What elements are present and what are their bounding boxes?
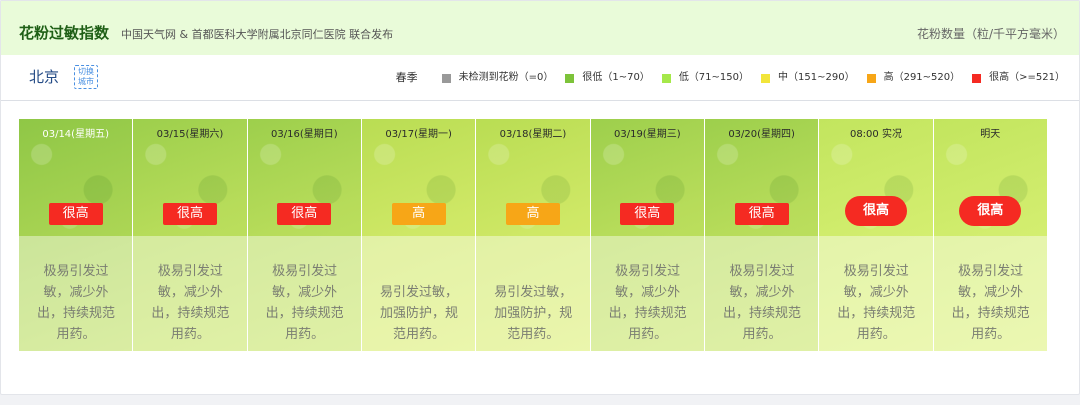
advice-text: 极易引发过敏，减少外出，持续规范用药。 xyxy=(608,264,687,342)
advice-text: 极易引发过敏，减少外出，持续规范用药。 xyxy=(951,264,1030,342)
day-date: 明天 xyxy=(980,129,1001,140)
legend-item-medium: 中（151~290） xyxy=(761,71,855,85)
day-card[interactable]: 03/16(星期日) 很高极易引发过敏，减少外出，持续规范用药。 xyxy=(247,119,361,351)
day-card-tomorrow[interactable]: 明天很高极易引发过敏，减少外出，持续规范用药。 xyxy=(933,119,1047,351)
day-date: 03/15(星期六) xyxy=(156,129,224,140)
legend-swatch xyxy=(441,73,451,83)
legend-item-low: 低（71~150） xyxy=(661,71,750,85)
day-card[interactable]: 03/17(星期一) 高易引发过敏，加强防护，规范用药。 xyxy=(361,119,476,351)
legend-swatch xyxy=(866,73,876,83)
legend-label: 高（291~520） xyxy=(883,72,961,83)
level-badge: 高 xyxy=(391,203,446,225)
advice-text: 易引发过敏，加强防护，规范用药。 xyxy=(494,285,573,342)
day-date: 03/20(星期四) xyxy=(728,129,795,140)
legend-item-high: 高（291~520） xyxy=(866,71,961,85)
advice-text: 极易引发过敏，减少外出，持续规范用药。 xyxy=(265,264,344,342)
publisher-subtitle: 中国天气网 & 首都医科大学附属北京同仁医院 联合发布 xyxy=(121,28,394,41)
day-date: 03/14(星期五) xyxy=(42,129,109,140)
day-card[interactable]: 03/19(星期三) 很高极易引发过敏，减少外出，持续规范用药。 xyxy=(590,119,704,351)
legend-label: 低（71~150） xyxy=(678,72,750,83)
level-badge: 很高 xyxy=(48,203,103,225)
city-bar: 北京 切换 城市 春季 未检测到花粉（=0） 很低（1~70） 低（71~150… xyxy=(1,55,1079,101)
level-badge: 很高 xyxy=(734,203,789,225)
legend-swatch xyxy=(761,73,771,83)
header-bar: 花粉过敏指数 中国天气网 & 首都医科大学附属北京同仁医院 联合发布 花粉数量（… xyxy=(1,1,1079,55)
switch-city-label-2: 城市 xyxy=(78,77,94,86)
level-badge: 很高 xyxy=(844,196,907,226)
level-badge: 很高 xyxy=(162,203,217,225)
day-date: 03/18(星期二) xyxy=(499,129,567,140)
legend-label: 很低（1~70） xyxy=(582,72,650,83)
season-label: 春季 xyxy=(395,71,418,84)
day-card[interactable]: 03/15(星期六) 很高极易引发过敏，减少外出，持续规范用药。 xyxy=(133,119,247,351)
legend-swatch xyxy=(565,73,575,83)
legend-swatch xyxy=(661,73,671,83)
day-date: 08:00 实况 xyxy=(849,129,902,140)
day-card[interactable]: 03/18(星期二) 高易引发过敏，加强防护，规范用药。 xyxy=(476,119,590,351)
level-badge: 高 xyxy=(505,203,560,225)
level-badge: 很高 xyxy=(959,196,1022,226)
legend-item-none: 未检测到花粉（=0） xyxy=(441,71,554,85)
legend-item-very-high: 很高（>=521） xyxy=(972,71,1065,85)
level-badge: 很高 xyxy=(620,203,675,225)
legend-label: 中（151~290） xyxy=(778,72,855,83)
switch-city-label-1: 切换 xyxy=(78,67,94,76)
level-badge: 很高 xyxy=(277,203,332,225)
switch-city-button[interactable]: 切换 城市 xyxy=(74,65,98,89)
pollen-legend: 春季 未检测到花粉（=0） 很低（1~70） 低（71~150） 中（151~2… xyxy=(396,71,1065,85)
day-date: 03/17(星期一) xyxy=(385,129,452,140)
legend-label: 很高（>=521） xyxy=(989,72,1065,83)
advice-text: 易引发过敏，加强防护，规范用药。 xyxy=(379,285,458,342)
advice-text: 极易引发过敏，减少外出，持续规范用药。 xyxy=(36,264,115,342)
day-card-live[interactable]: 08:00 实况很高极易引发过敏，减少外出，持续规范用药。 xyxy=(819,119,933,351)
city-name: 北京 xyxy=(29,68,60,86)
day-date: 03/16(星期日) xyxy=(271,129,338,140)
page-title: 花粉过敏指数 xyxy=(19,24,110,42)
advice-text: 极易引发过敏，减少外出，持续规范用药。 xyxy=(837,264,916,342)
legend-swatch xyxy=(972,73,982,83)
unit-label: 花粉数量（粒/千平方毫米） xyxy=(916,27,1065,41)
day-date: 03/19(星期三) xyxy=(613,129,681,140)
pollen-card: 花粉过敏指数 中国天气网 & 首都医科大学附属北京同仁医院 联合发布 花粉数量（… xyxy=(0,0,1080,395)
legend-item-very-low: 很低（1~70） xyxy=(565,71,650,85)
forecast-row: 03/14(星期五) 很高极易引发过敏，减少外出，持续规范用药。 03/15(星期… xyxy=(19,119,1047,351)
advice-text: 极易引发过敏，减少外出，持续规范用药。 xyxy=(722,264,801,342)
advice-text: 极易引发过敏，减少外出，持续规范用药。 xyxy=(151,264,230,342)
day-card[interactable]: 03/14(星期五) 很高极易引发过敏，减少外出，持续规范用药。 xyxy=(19,119,133,351)
day-card[interactable]: 03/20(星期四) 很高极易引发过敏，减少外出，持续规范用药。 xyxy=(704,119,819,351)
legend-label: 未检测到花粉（=0） xyxy=(458,72,554,83)
